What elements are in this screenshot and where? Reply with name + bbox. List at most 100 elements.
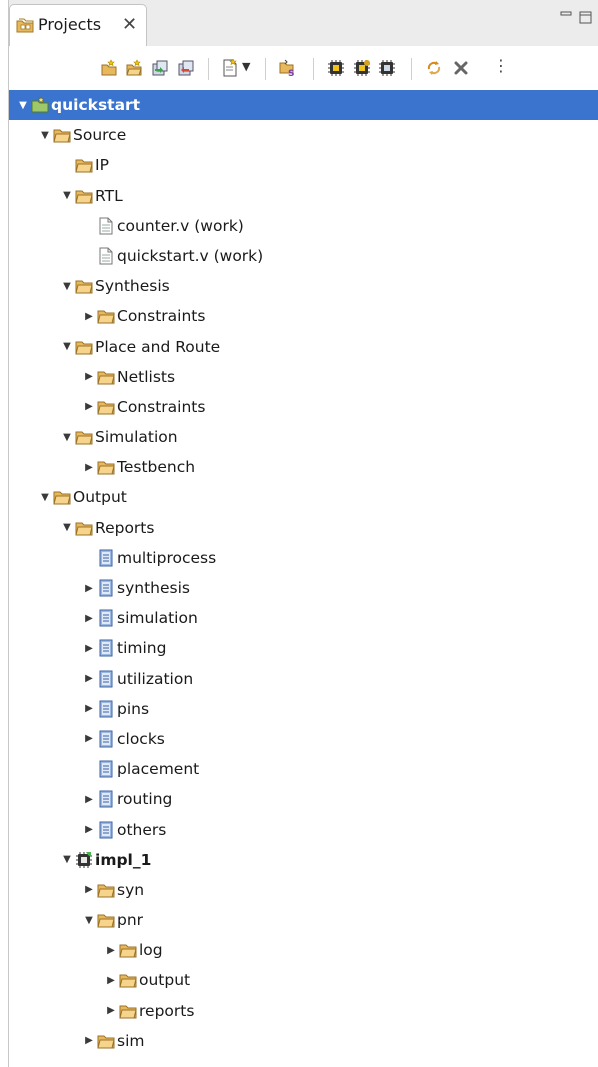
tree-item[interactable]: ▼ RTL (9, 181, 598, 211)
tree-item[interactable]: ▼ Synthesis (9, 271, 598, 301)
report-icon (99, 821, 113, 838)
new-file-dropdown-icon[interactable] (221, 59, 239, 77)
maximize-icon[interactable] (578, 11, 594, 25)
refresh-icon[interactable] (425, 59, 443, 77)
chevron-down-icon[interactable]: ▼ (39, 120, 51, 150)
tree-item-label: Place and Route (95, 337, 221, 356)
tree-item[interactable]: ▶ pins (9, 694, 598, 724)
chevron-right-icon[interactable]: ▶ (105, 935, 117, 965)
tree-item-label: sim (117, 1031, 145, 1050)
delete-icon[interactable] (452, 59, 470, 77)
tree-item[interactable]: ▼ Place and Route (9, 332, 598, 362)
tree-item[interactable]: ▼ Output (9, 482, 598, 512)
tree-item-label: reports (139, 1001, 195, 1020)
chevron-right-icon[interactable]: ▶ (83, 1026, 95, 1056)
chevron-right-icon[interactable]: ▶ (83, 694, 95, 724)
chevron-down-icon[interactable]: ▼ (61, 422, 73, 452)
tree-item[interactable]: ▶ utilization (9, 664, 598, 694)
folder-icon (119, 1005, 137, 1019)
tree-item-label: timing (117, 639, 167, 658)
tree-item[interactable]: ▼ Simulation (9, 422, 598, 452)
chevron-right-icon[interactable]: ▶ (83, 664, 95, 694)
folder-icon (119, 944, 137, 958)
chevron-right-icon[interactable]: ▶ (83, 452, 95, 482)
tree-item[interactable]: IP (9, 150, 598, 180)
tree-item[interactable]: quickstart.v (work) (9, 241, 598, 271)
tree-item-label: pins (117, 699, 150, 718)
tree-item-label: output (139, 971, 191, 990)
chevron-down-icon[interactable]: ▼ (61, 513, 73, 543)
tree-item[interactable]: placement (9, 754, 598, 784)
tree-item-label: clocks (117, 729, 165, 748)
tree-item[interactable]: ▶ Constraints (9, 392, 598, 422)
tree-item[interactable]: ▶ Constraints (9, 301, 598, 331)
tree-item[interactable]: ▼ Source (9, 120, 598, 150)
chevron-right-icon[interactable]: ▶ (83, 875, 95, 905)
tree-item[interactable]: ▶ log (9, 935, 598, 965)
chevron-down-icon[interactable]: ▼ (17, 90, 29, 120)
tree-item[interactable]: multiprocess (9, 543, 598, 573)
chevron-down-icon[interactable]: ▼ (61, 271, 73, 301)
project-tree: ▼ quickstart ▼ Source IP ▼ RTL counter.v (work)… (9, 90, 598, 1056)
tree-item-label: IP (95, 156, 109, 175)
chevron-right-icon[interactable]: ▶ (83, 784, 95, 814)
chevron-right-icon[interactable]: ▶ (105, 965, 117, 995)
chevron-down-icon[interactable]: ▼ (61, 332, 73, 362)
tree-item-label: log (139, 941, 163, 960)
tree-item-label: routing (117, 790, 173, 809)
chevron-down-icon[interactable]: ▼ (61, 845, 73, 875)
chip-run-icon[interactable] (327, 59, 345, 77)
report-icon (99, 549, 113, 567)
chip-save-icon[interactable] (378, 59, 396, 77)
tree-item[interactable]: ▶ syn (9, 875, 598, 905)
chevron-right-icon[interactable]: ▶ (83, 603, 95, 633)
chevron-right-icon[interactable]: ▶ (83, 633, 95, 663)
close-icon[interactable]: ✕ (122, 14, 137, 35)
tree-item-label: utilization (117, 669, 194, 688)
chevron-down-icon[interactable]: ▼ (61, 181, 73, 211)
dropdown-arrow-icon[interactable]: ▼ (242, 60, 250, 73)
add-folder-icon[interactable] (125, 59, 143, 77)
tree-item-label: Netlists (117, 367, 176, 386)
tree-item[interactable]: ▼ quickstart (9, 90, 598, 121)
more-icon[interactable]: ⋮ (493, 56, 509, 75)
svg-text:S: S (288, 69, 294, 77)
chevron-right-icon[interactable]: ▶ (83, 724, 95, 754)
export-icon[interactable] (177, 59, 195, 77)
tree-item[interactable]: ▶ synthesis (9, 573, 598, 603)
chip-step-icon[interactable] (353, 59, 371, 77)
chevron-right-icon[interactable]: ▶ (83, 301, 95, 331)
tree-item[interactable]: ▶ output (9, 965, 598, 995)
tree-item[interactable]: ▶ sim (9, 1026, 598, 1056)
tree-item[interactable]: ▶ reports (9, 996, 598, 1026)
tree-item[interactable]: ▶ timing (9, 633, 598, 663)
tab-projects[interactable]: Projects ✕ (9, 4, 147, 46)
chevron-right-icon[interactable]: ▶ (105, 996, 117, 1026)
tree-item[interactable]: ▶ Testbench (9, 452, 598, 482)
chevron-right-icon[interactable]: ▶ (83, 362, 95, 392)
add-file-icon[interactable] (100, 59, 118, 77)
chevron-down-icon[interactable]: ▼ (39, 482, 51, 512)
tree-item-label: Source (73, 126, 127, 145)
chevron-right-icon[interactable]: ▶ (83, 392, 95, 422)
tree-item[interactable]: ▶ others (9, 815, 598, 845)
script-icon[interactable]: S (278, 59, 296, 77)
tree-item[interactable]: ▶ simulation (9, 603, 598, 633)
tree-item[interactable]: ▶ routing (9, 784, 598, 814)
tree-item[interactable]: ▼ impl_1 (9, 845, 598, 875)
tree-item-label: Synthesis (95, 277, 170, 296)
folder-icon (119, 974, 137, 988)
chevron-right-icon[interactable]: ▶ (83, 573, 95, 603)
tree-item[interactable]: ▶ clocks (9, 724, 598, 754)
chevron-right-icon[interactable]: ▶ (83, 815, 95, 845)
import-icon[interactable] (151, 59, 169, 77)
left-border (0, 0, 9, 1067)
tree-item[interactable]: ▶ Netlists (9, 362, 598, 392)
folder-icon (97, 914, 115, 928)
folder-icon (97, 310, 115, 324)
tree-item[interactable]: counter.v (work) (9, 211, 598, 241)
minimize-icon[interactable] (558, 5, 574, 21)
tree-item[interactable]: ▼ Reports (9, 513, 598, 543)
chevron-down-icon[interactable]: ▼ (83, 905, 95, 935)
tree-item[interactable]: ▼ pnr (9, 905, 598, 935)
